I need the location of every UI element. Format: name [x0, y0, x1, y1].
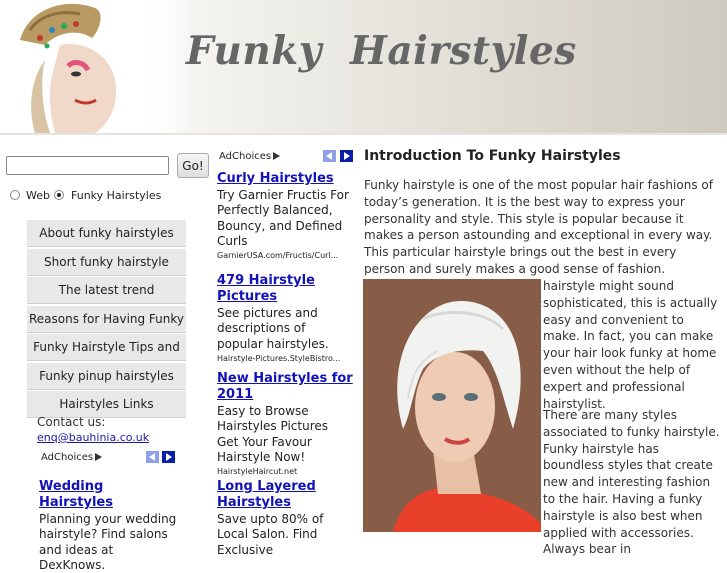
ad-curly-hairstyles: Curly Hairstyles Try Garnier Fructis For… [217, 171, 353, 261]
search-input[interactable] [6, 156, 169, 175]
radio-web-label: Web [26, 189, 50, 202]
nav-item-tips[interactable]: Funky Hairstyle Tips and [27, 334, 186, 361]
ad-description: Easy to Browse Hairstyles Pictures Get Y… [217, 404, 329, 464]
ad-wedding-hairstyles: Wedding Hairstyles Planning your wedding… [39, 479, 179, 573]
ad-title-link[interactable]: New Hairstyles for 2011 [217, 371, 353, 403]
ad-description: Try Garnier Fructis For Perfectly Balanc… [217, 188, 349, 248]
ad-long-layered-hairstyles: Long Layered Hairstyles Save upto 80% of… [217, 479, 353, 558]
adchoices-column[interactable]: AdChoices [219, 151, 281, 162]
article-heading: Introduction To Funky Hairstyles [364, 148, 621, 164]
ad-title-link[interactable]: Long Layered Hairstyles [217, 479, 353, 511]
adchoices-triangle-icon [95, 453, 103, 461]
radio-funky-hairstyles[interactable] [54, 190, 64, 200]
nav-item-latest-trend[interactable]: The latest trend [27, 277, 186, 304]
article-paragraph-1: Funky hairstyle is one of the most popul… [364, 178, 713, 293]
site-title: Funky Hairstyles [186, 28, 577, 74]
radio-funky-hairstyles-label: Funky Hairstyles [71, 189, 162, 202]
nav-item-pinup[interactable]: Funky pinup hairstyles [27, 362, 186, 390]
ad-title-link[interactable]: Wedding Hairstyles [39, 479, 179, 511]
header-model-photo [0, 0, 196, 133]
go-button[interactable]: Go! [177, 153, 209, 178]
ad-new-hairstyles-2011: New Hairstyles for 2011 Easy to Browse H… [217, 371, 353, 477]
ad-title-link[interactable]: 479 Hairstyle Pictures [217, 273, 353, 305]
sidebar-nav: About funky hairstyles Short funky hairs… [27, 220, 186, 420]
site-header: Funky Hairstyles [0, 0, 727, 133]
ad-description: Save upto 80% of Local Salon. Find Exclu… [217, 512, 324, 557]
nav-item-about[interactable]: About funky hairstyles [27, 220, 186, 247]
ad-url[interactable]: HairstyleHaircut.net [217, 466, 353, 477]
header-divider [0, 133, 727, 135]
ad-next-arrow-icon[interactable] [340, 150, 353, 162]
ad-hairstyle-pictures: 479 Hairstyle Pictures See pictures and … [217, 273, 353, 364]
article-paragraph-2: There are many styles associated to funk… [543, 408, 720, 557]
radio-web[interactable] [10, 190, 20, 200]
adchoices-triangle-icon [273, 152, 281, 160]
ad-description: See pictures and descriptions of popular… [217, 306, 329, 351]
ad-title-link[interactable]: Curly Hairstyles [217, 171, 353, 187]
ad-prev-arrow-icon[interactable] [146, 451, 159, 463]
adchoices-left[interactable]: AdChoices [41, 452, 103, 463]
ad-prev-arrow-icon[interactable] [323, 150, 336, 162]
ad-url[interactable]: Hairstyle-Pictures.StyleBistro... [217, 353, 353, 364]
ad-next-arrow-icon[interactable] [162, 451, 175, 463]
nav-item-links[interactable]: Hairstyles Links [27, 391, 186, 418]
contact-email-link[interactable]: enq@bauhinia.co.uk [37, 431, 149, 444]
article-model-photo [363, 279, 541, 532]
nav-item-short[interactable]: Short funky hairstyle [27, 248, 186, 276]
contact-label: Contact us: [37, 415, 106, 429]
article-paragraph-1-continued: hairstyle might sound sophisticated, thi… [543, 279, 718, 411]
adchoices-label: AdChoices [41, 452, 94, 463]
nav-item-reasons[interactable]: Reasons for Having Funky [27, 305, 186, 333]
ad-description: Planning your wedding hairstyle? Find sa… [39, 512, 177, 572]
adchoices-label: AdChoices [219, 151, 272, 162]
ad-url[interactable]: GarnierUSA.com/Fructis/Curl... [217, 250, 353, 261]
